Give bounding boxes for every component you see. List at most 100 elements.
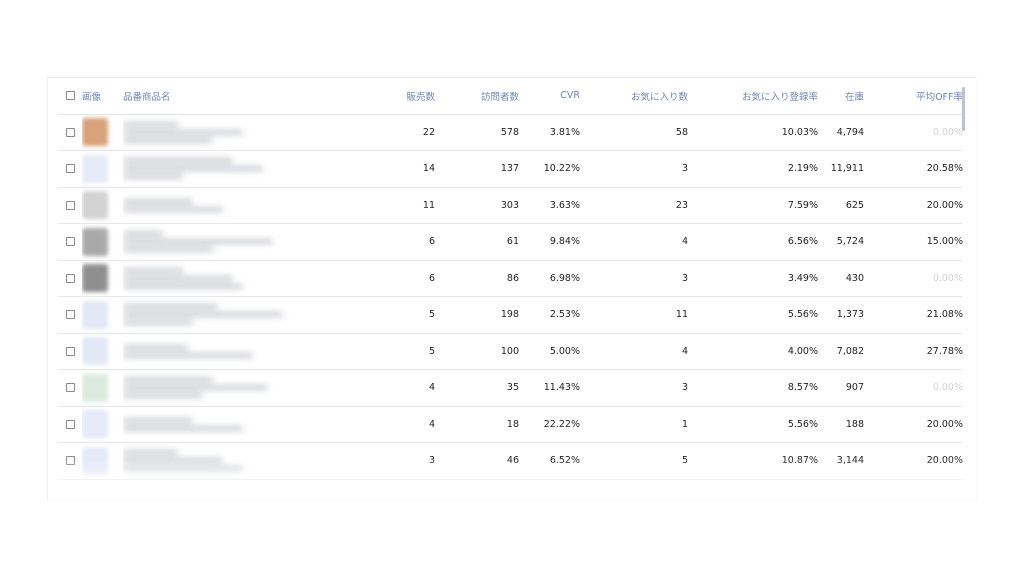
row-checkbox[interactable] xyxy=(65,127,75,137)
product-name-redacted[interactable] xyxy=(123,119,243,146)
product-name-cell xyxy=(123,224,394,261)
row-checkbox[interactable] xyxy=(65,273,75,283)
sales-cell: 5 xyxy=(428,345,435,357)
table-row[interactable]: 3 46 6.52% 5 10.87% 3,144 20.00% xyxy=(58,443,963,480)
stock-cell: 625 xyxy=(845,199,864,211)
row-select-cell xyxy=(58,297,82,334)
table-row[interactable]: 14 137 10.22% 3 2.19% 11,911 20.58% xyxy=(58,151,963,188)
product-name-redacted[interactable] xyxy=(123,196,223,215)
row-checkbox[interactable] xyxy=(65,419,75,429)
column-header-cvr[interactable]: CVR xyxy=(519,78,580,115)
visitors-cell: 198 xyxy=(500,309,519,321)
sales-cell: 5 xyxy=(428,309,435,321)
row-checkbox[interactable] xyxy=(65,310,75,320)
product-thumbnail[interactable] xyxy=(82,191,108,220)
favorite-rate-cell: 6.56% xyxy=(787,236,818,248)
row-checkbox[interactable] xyxy=(65,456,75,466)
sales-cell: 14 xyxy=(422,163,435,175)
product-thumbnail[interactable] xyxy=(82,154,108,183)
avg-off-rate-cell: 20.00% xyxy=(926,199,963,211)
product-name-redacted[interactable] xyxy=(123,374,268,401)
product-name-redacted[interactable] xyxy=(123,301,283,328)
table-row[interactable]: 5 100 5.00% 4 4.00% 7,082 27.78% xyxy=(58,333,963,370)
favorite-rate-cell: 3.49% xyxy=(787,272,818,284)
product-thumbnail[interactable] xyxy=(82,118,108,147)
product-table-panel: 画像 品番商品名 販売数 訪問者数 CVR お気に入り数 お気に入り登録率 在庫… xyxy=(47,77,976,500)
cvr-cell: 3.63% xyxy=(549,199,580,211)
product-thumbnail[interactable] xyxy=(82,446,108,475)
table-row[interactable]: 5 198 2.53% 11 5.56% 1,373 21.08% xyxy=(58,297,963,334)
favorites-cell: 3 xyxy=(681,163,688,175)
product-thumbnail[interactable] xyxy=(82,300,108,329)
sales-cell: 4 xyxy=(428,418,435,430)
table-row[interactable]: 22 578 3.81% 58 10.03% 4,794 0.00% xyxy=(58,114,963,151)
table-row[interactable]: 6 86 6.98% 3 3.49% 430 0.00% xyxy=(58,260,963,297)
row-checkbox[interactable] xyxy=(65,346,75,356)
product-thumbnail-cell xyxy=(82,260,123,297)
row-select-cell xyxy=(58,370,82,407)
vertical-scrollbar[interactable] xyxy=(962,87,965,131)
product-name-cell xyxy=(123,114,394,151)
column-header-stock[interactable]: 在庫 xyxy=(818,78,864,115)
product-thumbnail-cell xyxy=(82,333,123,370)
column-header-sales[interactable]: 販売数 xyxy=(394,78,435,115)
select-all-checkbox[interactable] xyxy=(65,91,75,101)
table-row[interactable]: 4 35 11.43% 3 8.57% 907 0.00% xyxy=(58,370,963,407)
product-name-redacted[interactable] xyxy=(123,342,253,361)
column-header-favorite-rate[interactable]: お気に入り登録率 xyxy=(688,78,818,115)
favorite-rate-cell: 2.19% xyxy=(787,163,818,175)
favorite-rate-cell: 4.00% xyxy=(787,345,818,357)
favorites-cell: 4 xyxy=(681,345,688,357)
product-thumbnail[interactable] xyxy=(82,337,108,366)
cvr-cell: 6.52% xyxy=(549,455,580,467)
product-name-cell xyxy=(123,297,394,334)
avg-off-rate-cell: 20.58% xyxy=(926,163,963,175)
visitors-cell: 61 xyxy=(506,236,519,248)
product-name-cell xyxy=(123,370,394,407)
stock-cell: 4,794 xyxy=(836,126,864,138)
row-checkbox[interactable] xyxy=(65,164,75,174)
cvr-cell: 10.22% xyxy=(543,163,580,175)
column-header-image[interactable]: 画像 xyxy=(82,78,123,115)
visitors-cell: 137 xyxy=(500,163,519,175)
visitors-cell: 35 xyxy=(506,382,519,394)
stock-cell: 5,724 xyxy=(836,236,864,248)
select-all-cell xyxy=(58,78,82,115)
row-select-cell xyxy=(58,224,82,261)
product-name-cell xyxy=(123,406,394,443)
product-thumbnail[interactable] xyxy=(82,264,108,293)
column-header-avg-off-rate[interactable]: 平均OFF率 xyxy=(864,78,963,115)
product-name-redacted[interactable] xyxy=(123,415,243,434)
product-thumbnail-cell xyxy=(82,114,123,151)
row-checkbox[interactable] xyxy=(65,237,75,247)
table-header-row: 画像 品番商品名 販売数 訪問者数 CVR お気に入り数 お気に入り登録率 在庫… xyxy=(58,78,963,115)
product-name-redacted[interactable] xyxy=(123,447,243,474)
product-thumbnail[interactable] xyxy=(82,410,108,439)
cvr-cell: 2.53% xyxy=(549,309,580,321)
visitors-cell: 100 xyxy=(500,345,519,357)
row-checkbox[interactable] xyxy=(65,200,75,210)
column-header-product-name[interactable]: 品番商品名 xyxy=(123,78,394,115)
table-row[interactable]: 6 61 9.84% 4 6.56% 5,724 15.00% xyxy=(58,224,963,261)
visitors-cell: 578 xyxy=(500,126,519,138)
favorite-rate-cell: 10.03% xyxy=(781,126,818,138)
product-name-redacted[interactable] xyxy=(123,228,273,255)
column-header-visitors[interactable]: 訪問者数 xyxy=(435,78,519,115)
product-name-cell xyxy=(123,151,394,188)
row-checkbox[interactable] xyxy=(65,383,75,393)
product-thumbnail-cell xyxy=(82,443,123,480)
favorite-rate-cell: 10.87% xyxy=(781,455,818,467)
product-thumbnail-cell xyxy=(82,406,123,443)
table-row[interactable]: 4 18 22.22% 1 5.56% 188 20.00% xyxy=(58,406,963,443)
avg-off-rate-cell: 0.00% xyxy=(932,382,963,394)
column-header-favorites[interactable]: お気に入り数 xyxy=(580,78,688,115)
sales-cell: 11 xyxy=(422,199,435,211)
product-name-redacted[interactable] xyxy=(123,265,243,292)
avg-off-rate-cell: 21.08% xyxy=(926,309,963,321)
product-thumbnail[interactable] xyxy=(82,227,108,256)
row-select-cell xyxy=(58,260,82,297)
table-row[interactable]: 11 303 3.63% 23 7.59% 625 20.00% xyxy=(58,187,963,224)
avg-off-rate-cell: 0.00% xyxy=(932,126,963,138)
product-name-redacted[interactable] xyxy=(123,155,263,182)
product-thumbnail[interactable] xyxy=(82,373,108,402)
